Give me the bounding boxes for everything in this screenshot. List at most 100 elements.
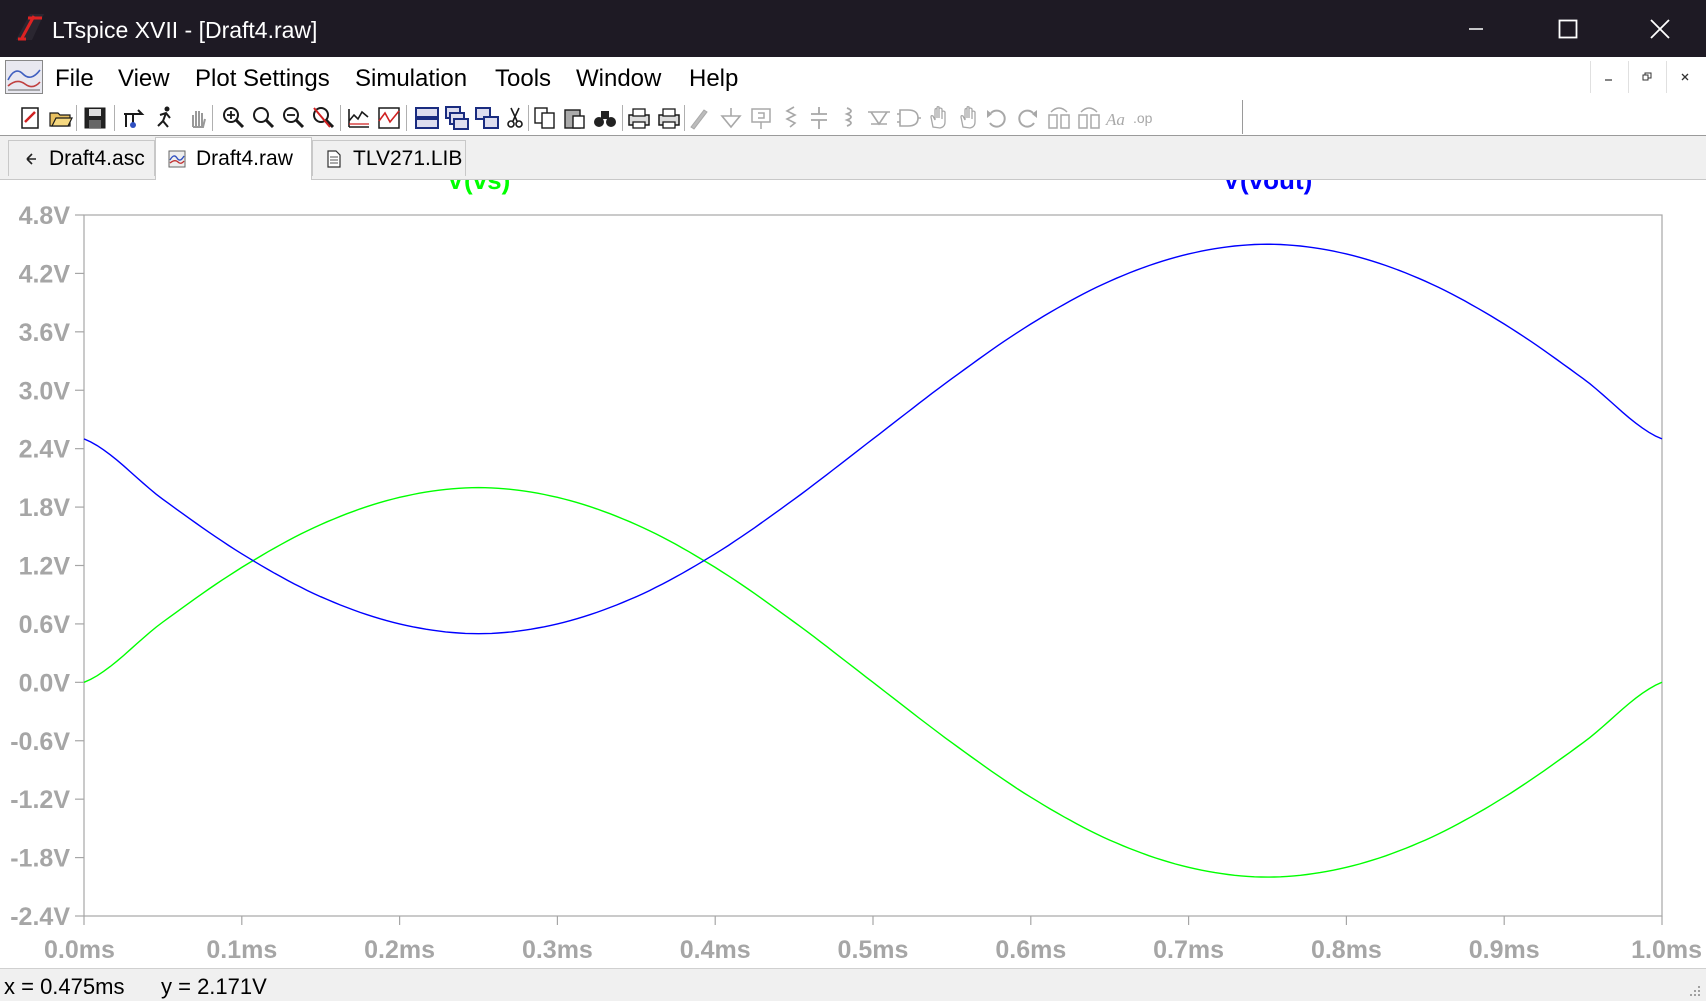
y-tick-label: -1.8V — [10, 845, 70, 873]
cursor-x-readout: x = 0.475ms — [4, 974, 125, 999]
menu-view[interactable]: View — [118, 57, 170, 99]
tab-tlv271-lib[interactable]: TLV271.LIB — [312, 140, 466, 176]
close-icon — [1650, 18, 1670, 39]
x-tick-label: 0.0ms — [44, 936, 115, 964]
waveform-document-icon[interactable] — [5, 60, 43, 94]
trace-label-v-vout[interactable]: V(vout) — [1223, 180, 1313, 195]
menu-simulation[interactable]: Simulation — [355, 57, 467, 99]
mdi-restore-button[interactable] — [1628, 61, 1665, 93]
menu-file[interactable]: File — [55, 57, 94, 99]
title-bar[interactable]: LTspice XVII - [Draft4.raw] — [0, 0, 1706, 57]
toolbar-separator — [684, 105, 685, 131]
x-tick-label: 0.7ms — [1153, 936, 1224, 964]
trace-v-vout[interactable] — [83, 243, 1663, 635]
tab-label: TLV271.LIB — [353, 146, 463, 170]
toolbar-separator — [114, 105, 115, 131]
text-icon[interactable]: Aa — [1104, 105, 1130, 131]
document-tabs: Draft4.asc Draft4.raw TLV271.LIB — [0, 136, 1706, 180]
restore-icon — [1642, 72, 1652, 81]
run-icon[interactable] — [152, 105, 178, 131]
waveform-plot[interactable]: 4.8V 4.2V 3.6V 3.0V 2.4V 1.8V 1.2V 0.6V 0.0V -0.6… — [0, 180, 1706, 968]
resize-grip-icon[interactable] — [1686, 982, 1702, 998]
y-tick-label: 3.6V — [19, 319, 71, 347]
x-tick-label: 0.3ms — [522, 936, 593, 964]
open-icon[interactable] — [48, 105, 74, 131]
menu-plot-settings[interactable]: Plot Settings — [195, 57, 330, 99]
y-tick-label: 4.8V — [19, 202, 71, 230]
halt-icon[interactable] — [184, 105, 210, 131]
y-tick-label: -0.6V — [10, 728, 70, 756]
tab-draft4-asc[interactable]: Draft4.asc — [8, 140, 155, 176]
add-trace-icon[interactable] — [376, 105, 402, 131]
mdi-close-button[interactable] — [1666, 61, 1703, 93]
cascade-icon[interactable] — [444, 105, 470, 131]
undo-icon[interactable] — [984, 105, 1010, 131]
toolbar-separator — [406, 105, 407, 131]
rotate-icon[interactable] — [1046, 105, 1072, 131]
cursor-y-readout: y = 2.171V — [161, 974, 267, 999]
wire-icon[interactable] — [686, 105, 712, 131]
y-tick-label: 0.0V — [19, 669, 71, 697]
waveform-viewer[interactable]: 4.8V 4.2V 3.6V 3.0V 2.4V 1.8V 1.2V 0.6V 0.0V -0.6… — [0, 180, 1706, 968]
inductor-icon[interactable] — [836, 105, 862, 131]
drag-icon[interactable] — [956, 105, 982, 131]
minimize-button[interactable] — [1430, 0, 1522, 57]
toolbar-separator — [76, 105, 77, 131]
x-tick-label: 0.2ms — [364, 936, 435, 964]
new-schematic-icon[interactable] — [18, 105, 44, 131]
status-bar: x = 0.475ms y = 2.171V — [0, 968, 1706, 1001]
trace-v-vs[interactable] — [83, 486, 1663, 878]
trace-label-v-vs[interactable]: V(vs) — [447, 180, 511, 195]
menu-tools[interactable]: Tools — [495, 57, 551, 99]
menu-window[interactable]: Window — [576, 57, 661, 99]
menu-help[interactable]: Help — [689, 57, 738, 99]
autorange-icon[interactable] — [346, 105, 372, 131]
resistor-icon[interactable] — [778, 105, 804, 131]
zoom-out-icon[interactable] — [280, 105, 306, 131]
ground-icon[interactable] — [718, 105, 744, 131]
y-tick-label: -1.2V — [10, 786, 70, 814]
find-icon[interactable] — [592, 105, 618, 131]
y-tick-label: 1.8V — [19, 494, 71, 522]
label-icon[interactable] — [748, 105, 774, 131]
maximize-icon — [1558, 19, 1578, 38]
control-panel-icon[interactable] — [120, 105, 146, 131]
print-setup-icon[interactable] — [656, 105, 682, 131]
move-icon[interactable] — [926, 105, 952, 131]
waveform-tab-icon — [168, 150, 186, 168]
redo-icon[interactable] — [1014, 105, 1040, 131]
save-icon[interactable] — [82, 105, 108, 131]
component-icon[interactable] — [896, 105, 922, 131]
y-tick-label: 4.2V — [19, 260, 71, 288]
ltspice-window: LTspice XVII - [Draft4.raw] File View Pl… — [0, 0, 1706, 1001]
plot-frame — [83, 214, 1663, 917]
mirror-icon[interactable] — [1076, 105, 1102, 131]
spice-directive-icon[interactable]: .op — [1130, 105, 1156, 131]
toolbar-separator — [340, 105, 341, 131]
x-tick-label: 1.0ms — [1631, 936, 1702, 964]
maximize-button[interactable] — [1522, 0, 1614, 57]
toolbar: Aa .op — [0, 99, 1706, 136]
zoom-fit-icon[interactable] — [310, 105, 336, 131]
capacitor-icon[interactable] — [806, 105, 832, 131]
diode-icon[interactable] — [866, 105, 892, 131]
tile-horizontal-icon[interactable] — [414, 105, 440, 131]
x-tick-label: 0.4ms — [680, 936, 751, 964]
x-tick-label: 0.8ms — [1311, 936, 1382, 964]
toolbar-separator — [622, 105, 623, 131]
y-tick-label: 3.0V — [19, 377, 71, 405]
tile-vertical-icon[interactable] — [474, 105, 500, 131]
mdi-minimize-button[interactable] — [1590, 61, 1627, 93]
y-tick-label: 1.2V — [19, 553, 71, 581]
close-button[interactable] — [1614, 0, 1706, 57]
tab-draft4-raw[interactable]: Draft4.raw — [155, 137, 312, 180]
toolbar-separator — [528, 105, 529, 131]
paste-icon[interactable] — [562, 105, 588, 131]
zoom-area-icon[interactable] — [250, 105, 276, 131]
minimize-icon — [1605, 79, 1612, 81]
tab-label: Draft4.raw — [196, 147, 293, 170]
print-icon[interactable] — [626, 105, 652, 131]
zoom-in-icon[interactable] — [220, 105, 246, 131]
cut-icon[interactable] — [502, 105, 528, 131]
copy-icon[interactable] — [532, 105, 558, 131]
